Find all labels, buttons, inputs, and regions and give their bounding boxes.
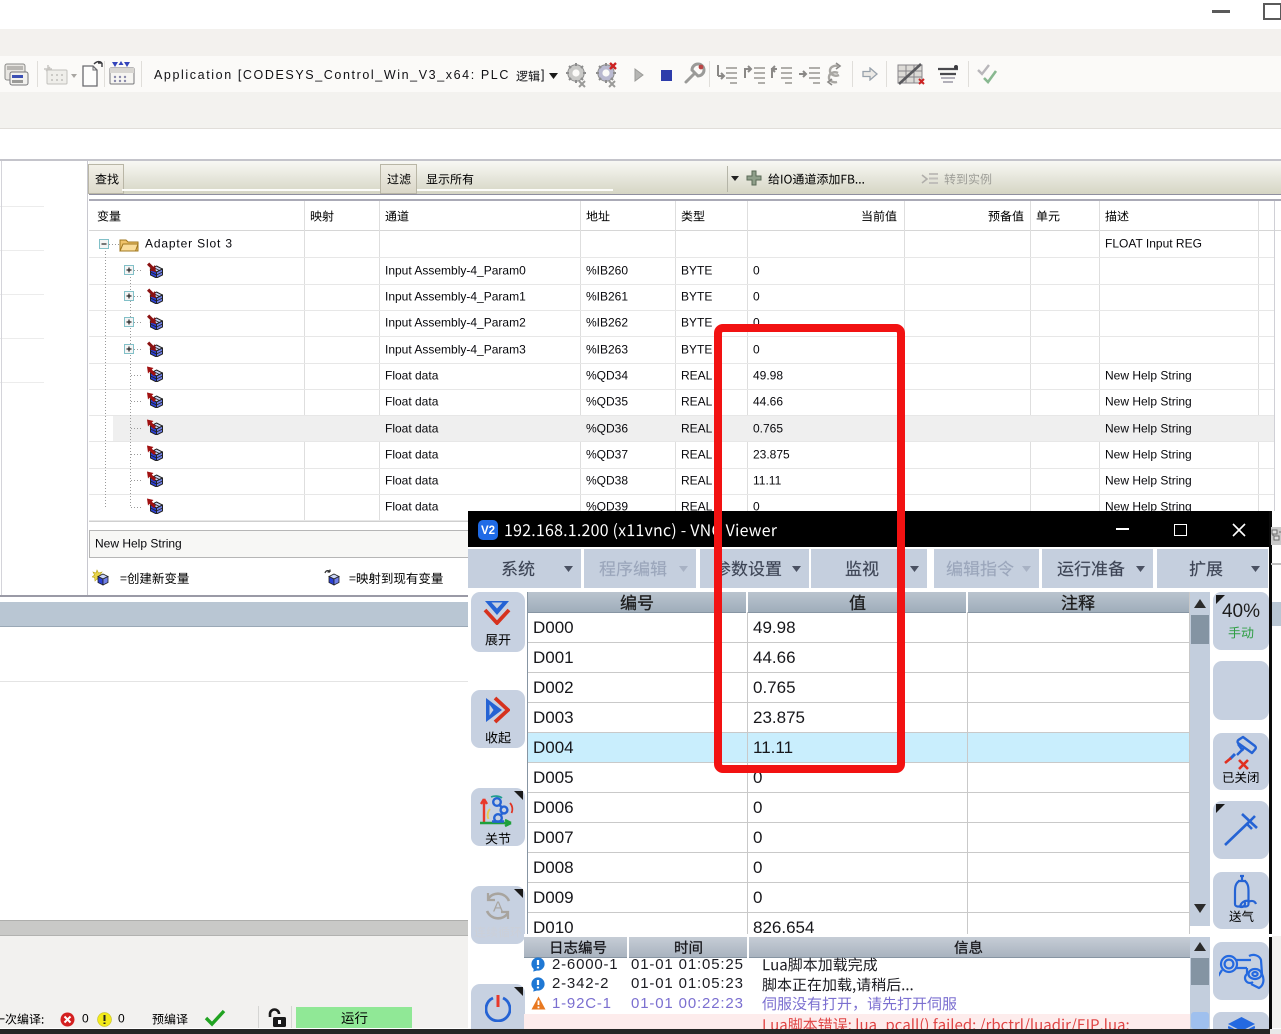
svg-text:A: A (493, 899, 503, 916)
